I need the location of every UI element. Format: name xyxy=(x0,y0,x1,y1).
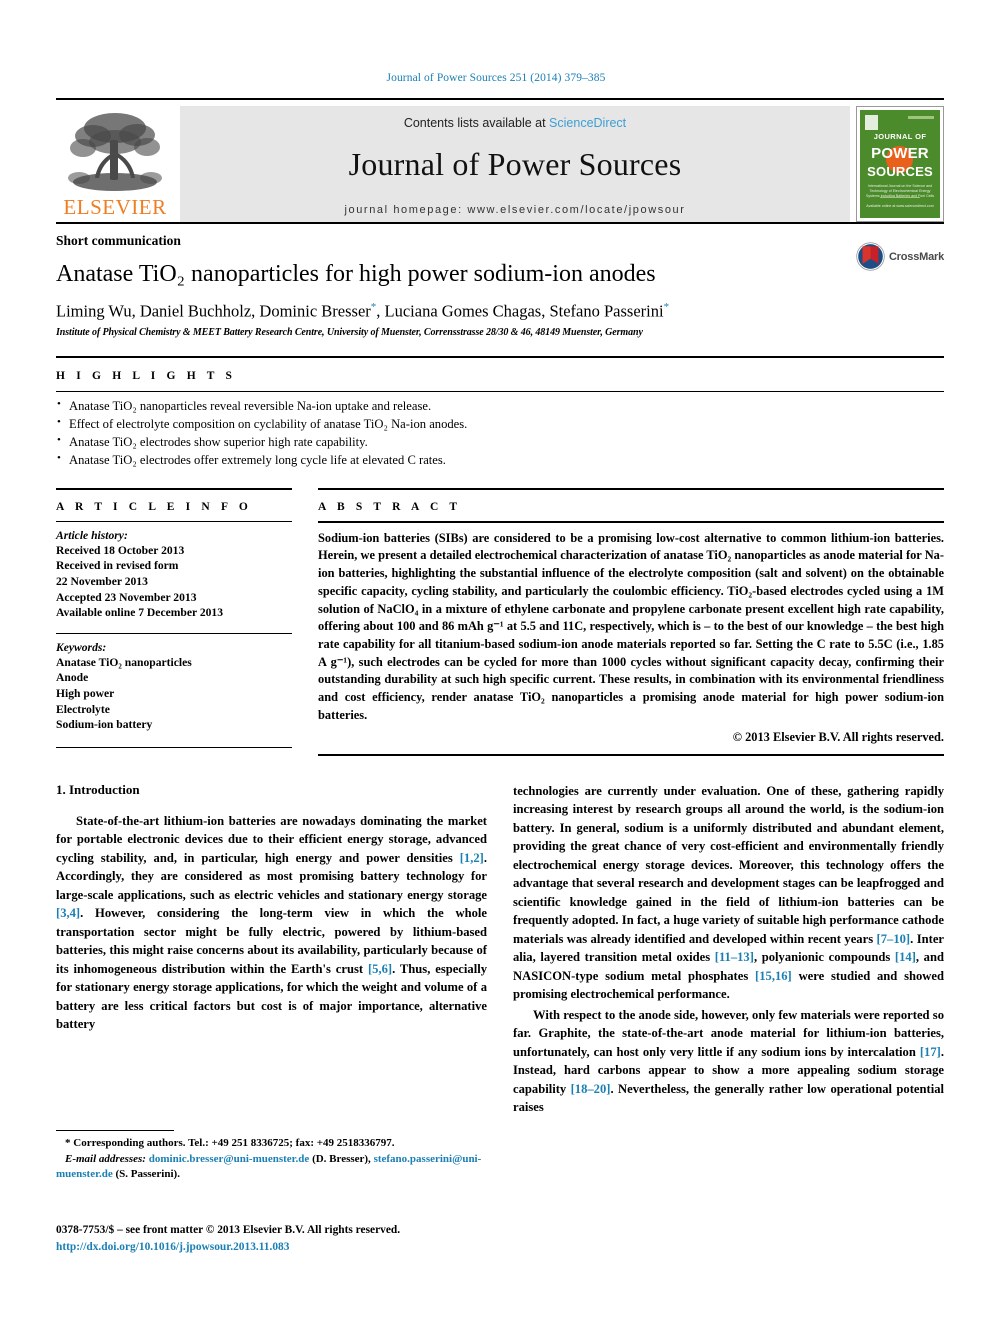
citation-ref[interactable]: [14] xyxy=(895,950,916,964)
sciencedirect-link[interactable]: ScienceDirect xyxy=(549,116,626,130)
highlights-heading: H I G H L I G H T S xyxy=(56,356,944,382)
contents-available-line: Contents lists available at ScienceDirec… xyxy=(180,116,850,130)
masthead-center: Contents lists available at ScienceDirec… xyxy=(180,106,850,222)
citation-ref[interactable]: [18–20] xyxy=(571,1082,611,1096)
citation-ref[interactable]: [1,2] xyxy=(460,851,484,865)
abstract-column: A B S T R A C T Sodium-ion batteries (SI… xyxy=(318,487,944,756)
email-addresses-note: E-mail addresses: dominic.bresser@uni-mu… xyxy=(56,1152,487,1183)
contents-prefix: Contents lists available at xyxy=(403,116,550,130)
article-info-heading: A R T I C L E I N F O xyxy=(56,487,292,513)
cover-top-bar xyxy=(908,116,934,119)
history-line: Accepted 23 November 2013 xyxy=(56,590,197,604)
article-info-divider xyxy=(56,520,292,522)
corresponding-author-marker-2[interactable]: * xyxy=(664,301,670,313)
crossmark-icon xyxy=(856,242,885,271)
paragraph: With respect to the anode side, however,… xyxy=(513,1006,944,1117)
article-history-label: Article history: xyxy=(56,528,128,542)
keyword-item: High power xyxy=(56,687,115,701)
authors-part-1: Liming Wu, Daniel Buchholz, Dominic Bres… xyxy=(56,301,371,321)
doi-link[interactable]: http://dx.doi.org/10.1016/j.jpowsour.201… xyxy=(56,1239,516,1256)
cover-line3: SOURCES xyxy=(867,164,933,179)
running-head: Journal of Power Sources 251 (2014) 379–… xyxy=(386,72,606,84)
paper-page: Journal of Power Sources 251 (2014) 379–… xyxy=(0,0,992,1323)
body-column-right: technologies are currently under evaluat… xyxy=(513,782,944,1119)
journal-homepage[interactable]: journal homepage: www.elsevier.com/locat… xyxy=(180,204,850,216)
citation-ref[interactable]: [7–10] xyxy=(877,932,911,946)
crossmark-badge[interactable]: CrossMark xyxy=(856,242,944,271)
authors-part-2: , Luciana Gomes Chagas, Stefano Passerin… xyxy=(376,301,664,321)
list-item: Anatase TiO₂ electrodes offer extremely … xyxy=(56,451,944,470)
article-info-end-divider xyxy=(56,747,292,748)
keywords-block: Keywords: Anatase TiO₂ nanoparticles Ano… xyxy=(56,632,292,733)
elsevier-logo: ELSEVIER xyxy=(56,106,174,222)
imprint-block: 0378-7753/$ – see front matter © 2013 El… xyxy=(56,1222,516,1256)
citation-ref[interactable]: [15,16] xyxy=(755,969,792,983)
body-columns: 1. Introduction State-of-the-art lithium… xyxy=(56,782,944,1119)
journal-title: Journal of Power Sources xyxy=(348,146,682,182)
elsevier-tree-icon xyxy=(68,113,162,191)
para-text: technologies are currently under evaluat… xyxy=(513,783,944,946)
abstract-heading: A B S T R A C T xyxy=(318,487,944,513)
list-item: Anatase TiO₂ nanoparticles reveal revers… xyxy=(56,397,944,416)
keyword-item: Electrolyte xyxy=(56,702,110,716)
citation-ref[interactable]: [17] xyxy=(920,1045,941,1059)
elsevier-wordmark: ELSEVIER xyxy=(63,195,167,219)
journal-masthead: ELSEVIER Contents lists available at Sci… xyxy=(56,98,944,222)
body-column-left: 1. Introduction State-of-the-art lithium… xyxy=(56,782,487,1119)
cover-line2: POWER xyxy=(871,145,929,162)
article-type: Short communication xyxy=(56,233,181,248)
citation-ref[interactable]: [11–13] xyxy=(715,950,754,964)
keyword-item: Anode xyxy=(56,671,89,685)
abstract-text: Sodium-ion batteries (SIBs) are consider… xyxy=(318,530,944,722)
paragraph: State-of-the-art lithium-ion batteries a… xyxy=(56,812,487,1034)
history-line: Received 18 October 2013 xyxy=(56,543,185,557)
history-line: 22 November 2013 xyxy=(56,574,148,588)
list-item: Anatase TiO₂ electrodes show superior hi… xyxy=(56,433,944,452)
abstract-divider xyxy=(318,520,944,523)
para-text: State-of-the-art lithium-ion batteries a… xyxy=(56,813,487,865)
keyword-item: Anatase TiO₂ nanoparticles xyxy=(56,655,192,669)
journal-cover-thumbnail: JOURNAL OF POWER SOURCES International J… xyxy=(856,106,944,222)
keywords-divider xyxy=(56,632,292,634)
highlights-list: Anatase TiO₂ nanoparticles reveal revers… xyxy=(56,392,944,470)
email-label: E-mail addresses: xyxy=(65,1152,146,1165)
footnote-divider xyxy=(56,1130,174,1131)
abstract-end-divider xyxy=(318,753,944,756)
page-title: Anatase TiO₂ nanoparticles for high powe… xyxy=(56,261,656,287)
para-text: With respect to the anode side, however,… xyxy=(513,1007,944,1059)
email-link-1[interactable]: dominic.bresser@uni-muenster.de xyxy=(149,1153,310,1165)
citation-ref[interactable]: [3,4] xyxy=(56,906,80,920)
para-text: , polyanionic compounds xyxy=(753,950,895,965)
section-heading-introduction: 1. Introduction xyxy=(56,781,140,797)
footnotes-block: * Corresponding authors. Tel.: +49 251 8… xyxy=(56,1130,487,1183)
keywords-label: Keywords: xyxy=(56,640,107,654)
abstract-copyright: © 2013 Elsevier B.V. All rights reserved… xyxy=(732,729,944,744)
author-list: Liming Wu, Daniel Buchholz, Dominic Bres… xyxy=(56,301,944,322)
citation-ref[interactable]: [5,6] xyxy=(368,962,392,976)
cover-elsevier-mark xyxy=(865,115,878,130)
email-owner-1: (D. Bresser), xyxy=(309,1152,374,1165)
cover-divider xyxy=(880,197,920,198)
cover-line1: JOURNAL OF xyxy=(873,132,927,141)
history-line: Received in revised form xyxy=(56,559,179,573)
email-owner-2: (S. Passerini). xyxy=(112,1168,180,1181)
info-abstract-section: A R T I C L E I N F O Article history: R… xyxy=(56,487,944,756)
keyword-item: Sodium-ion battery xyxy=(56,718,153,732)
article-info-column: A R T I C L E I N F O Article history: R… xyxy=(56,487,292,756)
affiliation: Institute of Physical Chemistry & MEET B… xyxy=(56,327,643,339)
article-header: Short communication Anatase TiO₂ nanopar… xyxy=(56,222,944,338)
cover-footer: Available online at www.sciencedirect.co… xyxy=(866,204,934,208)
corresponding-author-note: * Corresponding authors. Tel.: +49 251 8… xyxy=(65,1137,395,1149)
highlights-section: H I G H L I G H T S Anatase TiO₂ nanopar… xyxy=(56,356,944,470)
history-line: Available online 7 December 2013 xyxy=(56,606,224,620)
crossmark-label: CrossMark xyxy=(888,250,944,263)
issn-front-matter: 0378-7753/$ – see front matter © 2013 El… xyxy=(56,1224,401,1236)
list-item: Effect of electrolyte composition on cyc… xyxy=(56,415,944,434)
paragraph: technologies are currently under evaluat… xyxy=(513,782,944,1004)
